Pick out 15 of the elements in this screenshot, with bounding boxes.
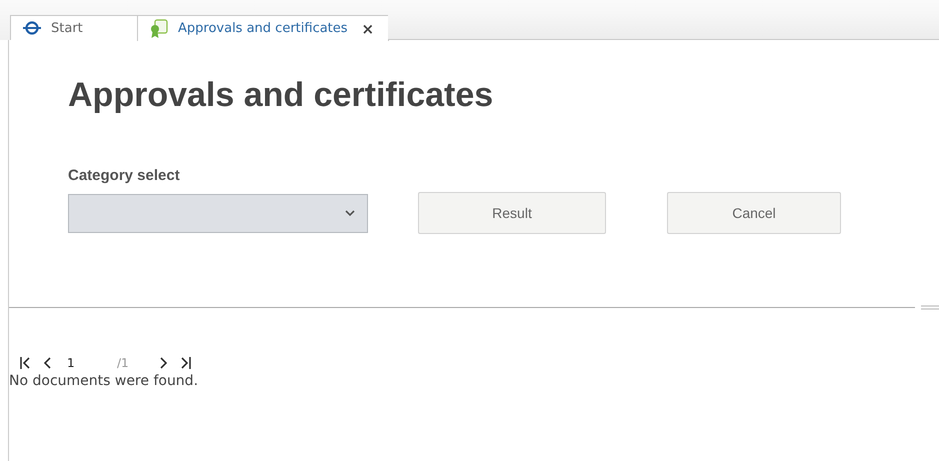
action-button[interactable]: Result xyxy=(418,192,606,234)
field-label: Category select xyxy=(68,167,181,184)
tab[interactable]: Approvals and certificates × xyxy=(137,15,390,41)
chevron-down-icon xyxy=(345,210,355,216)
tab[interactable]: Start xyxy=(10,15,138,40)
page-number-field[interactable]: 1 xyxy=(65,356,117,370)
certificate-icon xyxy=(150,18,168,38)
page-title: Approvals and certificates xyxy=(67,75,494,115)
resize-handle-icon[interactable] xyxy=(921,305,939,310)
empty-message: No documents were found. xyxy=(9,373,200,389)
action-button[interactable]: Cancel xyxy=(667,192,841,234)
last-page-icon[interactable] xyxy=(180,355,192,371)
first-page-icon[interactable] xyxy=(19,355,31,371)
close-button[interactable]: × xyxy=(362,20,374,38)
page-total: /1 xyxy=(117,356,130,370)
